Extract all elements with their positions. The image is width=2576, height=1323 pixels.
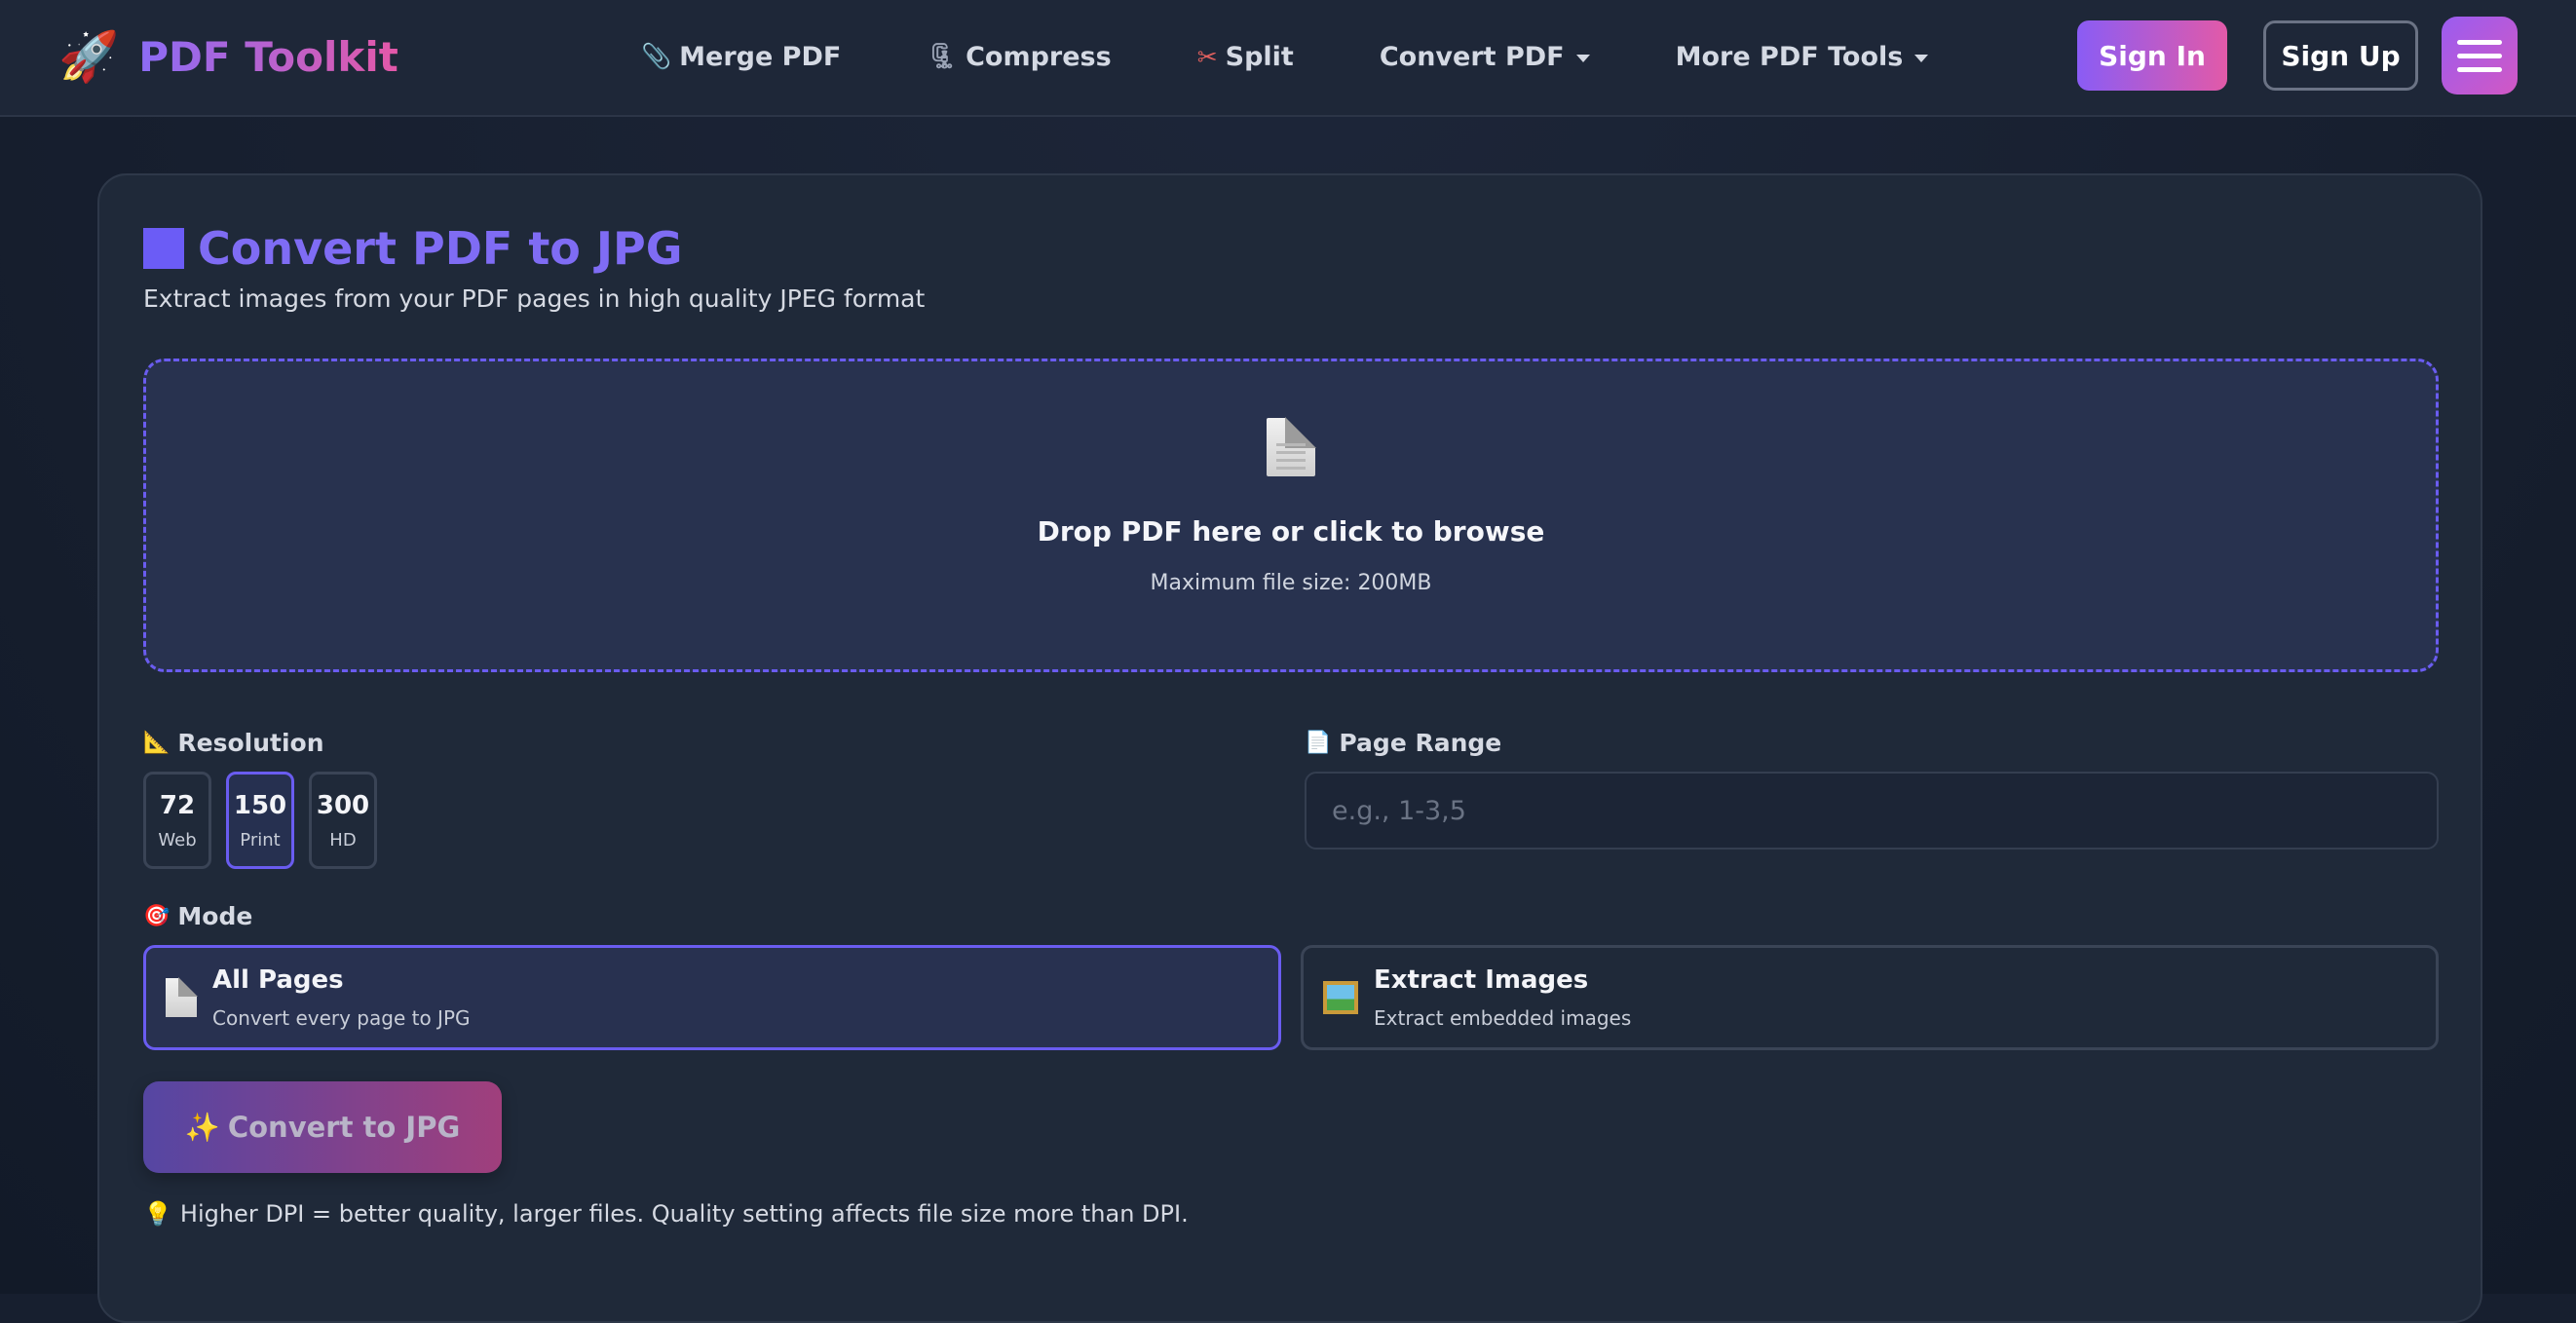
nav-merge-pdf[interactable]: 📎 Merge PDF xyxy=(641,42,841,72)
resolution-caption: Print xyxy=(240,829,281,850)
chevron-down-icon xyxy=(1575,55,1590,62)
mode-option-description: Convert every page to JPG xyxy=(212,1006,471,1030)
nav-split-label: Split xyxy=(1225,41,1294,72)
sparkles-icon: ✨ xyxy=(184,1110,220,1144)
target-icon: 🎯 xyxy=(143,904,170,928)
framed-picture-icon xyxy=(1323,981,1358,1014)
dropzone-title: Drop PDF here or click to browse xyxy=(1037,515,1545,548)
mode-option-title: All Pages xyxy=(212,965,344,995)
page-title: Convert PDF to JPG xyxy=(198,222,683,275)
mode-option-description: Extract embedded images xyxy=(1374,1006,1632,1030)
resolution-value: 72 xyxy=(159,790,196,820)
nav-compress-label: Compress xyxy=(966,41,1112,72)
mode-option-extract-images[interactable]: Extract Images Extract embedded images xyxy=(1301,945,2439,1050)
square-icon xyxy=(143,228,184,269)
nav-merge-pdf-label: Merge PDF xyxy=(679,41,842,72)
resolution-option-150[interactable]: 150 Print xyxy=(226,772,294,869)
converter-card: Convert PDF to JPG Extract images from y… xyxy=(97,173,2482,1323)
resolution-label-text: Resolution xyxy=(177,729,324,757)
sign-in-button[interactable]: Sign In xyxy=(2077,20,2227,91)
paperclip-icon: 📎 xyxy=(641,42,672,70)
nav-links: 📎 Merge PDF 🗜 Compress ✂ Split Convert P… xyxy=(641,27,1929,86)
page-icon: 📄 xyxy=(1305,731,1332,755)
tip-text-content: Higher DPI = better quality, larger file… xyxy=(179,1200,1189,1228)
nav-split[interactable]: ✂ Split xyxy=(1197,42,1294,72)
resolution-option-300[interactable]: 300 HD xyxy=(309,772,377,869)
mode-option-all-pages[interactable]: All Pages Convert every page to JPG xyxy=(143,945,1281,1050)
top-navbar: 🚀 PDF Toolkit 📎 Merge PDF 🗜 Compress ✂ S… xyxy=(0,0,2576,117)
page-range-input[interactable] xyxy=(1305,772,2439,850)
brand-logo[interactable]: 🚀 PDF Toolkit xyxy=(58,25,398,88)
mode-label-text: Mode xyxy=(177,902,253,930)
resolution-caption: HD xyxy=(329,829,357,850)
sign-up-button[interactable]: Sign Up xyxy=(2263,20,2418,91)
page-range-label: 📄 Page Range xyxy=(1305,729,1501,757)
mode-option-title: Extract Images xyxy=(1374,965,1589,995)
nav-convert-pdf-label: Convert PDF xyxy=(1379,41,1565,72)
resolution-value: 300 xyxy=(316,790,370,820)
resolution-options: 72 Web 150 Print 300 HD xyxy=(143,772,377,869)
mode-label: 🎯 Mode xyxy=(143,902,252,930)
page-title-row: Convert PDF to JPG xyxy=(143,222,683,275)
file-dropzone[interactable]: Drop PDF here or click to browse Maximum… xyxy=(143,359,2439,672)
lightbulb-icon: 💡 xyxy=(143,1200,172,1228)
resolution-option-72[interactable]: 72 Web xyxy=(143,772,211,869)
page-range-label-text: Page Range xyxy=(1339,729,1502,757)
convert-button-label: Convert to JPG xyxy=(227,1111,461,1144)
convert-to-jpg-button[interactable]: ✨ Convert to JPG xyxy=(143,1081,502,1173)
scissors-icon: ✂ xyxy=(1196,42,1218,71)
hamburger-menu-button[interactable] xyxy=(2442,17,2518,94)
nav-convert-pdf-dropdown[interactable]: Convert PDF xyxy=(1380,42,1590,72)
nav-more-tools-dropdown[interactable]: More PDF Tools xyxy=(1676,42,1929,72)
chevron-down-icon xyxy=(1914,55,1929,62)
hamburger-icon xyxy=(2457,39,2502,45)
tip-text: 💡 Higher DPI = better quality, larger fi… xyxy=(143,1200,1189,1228)
resolution-value: 150 xyxy=(233,790,287,820)
resolution-label: 📐 Resolution xyxy=(143,729,324,757)
triangle-ruler-icon: 📐 xyxy=(143,731,170,755)
resolution-caption: Web xyxy=(158,829,197,850)
compress-icon: 🗜 xyxy=(927,42,959,70)
dropzone-subtitle: Maximum file size: 200MB xyxy=(1150,571,1432,595)
nav-compress[interactable]: 🗜 Compress xyxy=(927,42,1111,72)
page-subtitle: Extract images from your PDF pages in hi… xyxy=(143,284,926,313)
nav-more-tools-label: More PDF Tools xyxy=(1675,41,1904,72)
document-icon xyxy=(166,977,198,1017)
document-icon xyxy=(1267,417,1316,476)
rocket-icon: 🚀 xyxy=(58,28,120,85)
brand-name: PDF Toolkit xyxy=(138,32,398,81)
